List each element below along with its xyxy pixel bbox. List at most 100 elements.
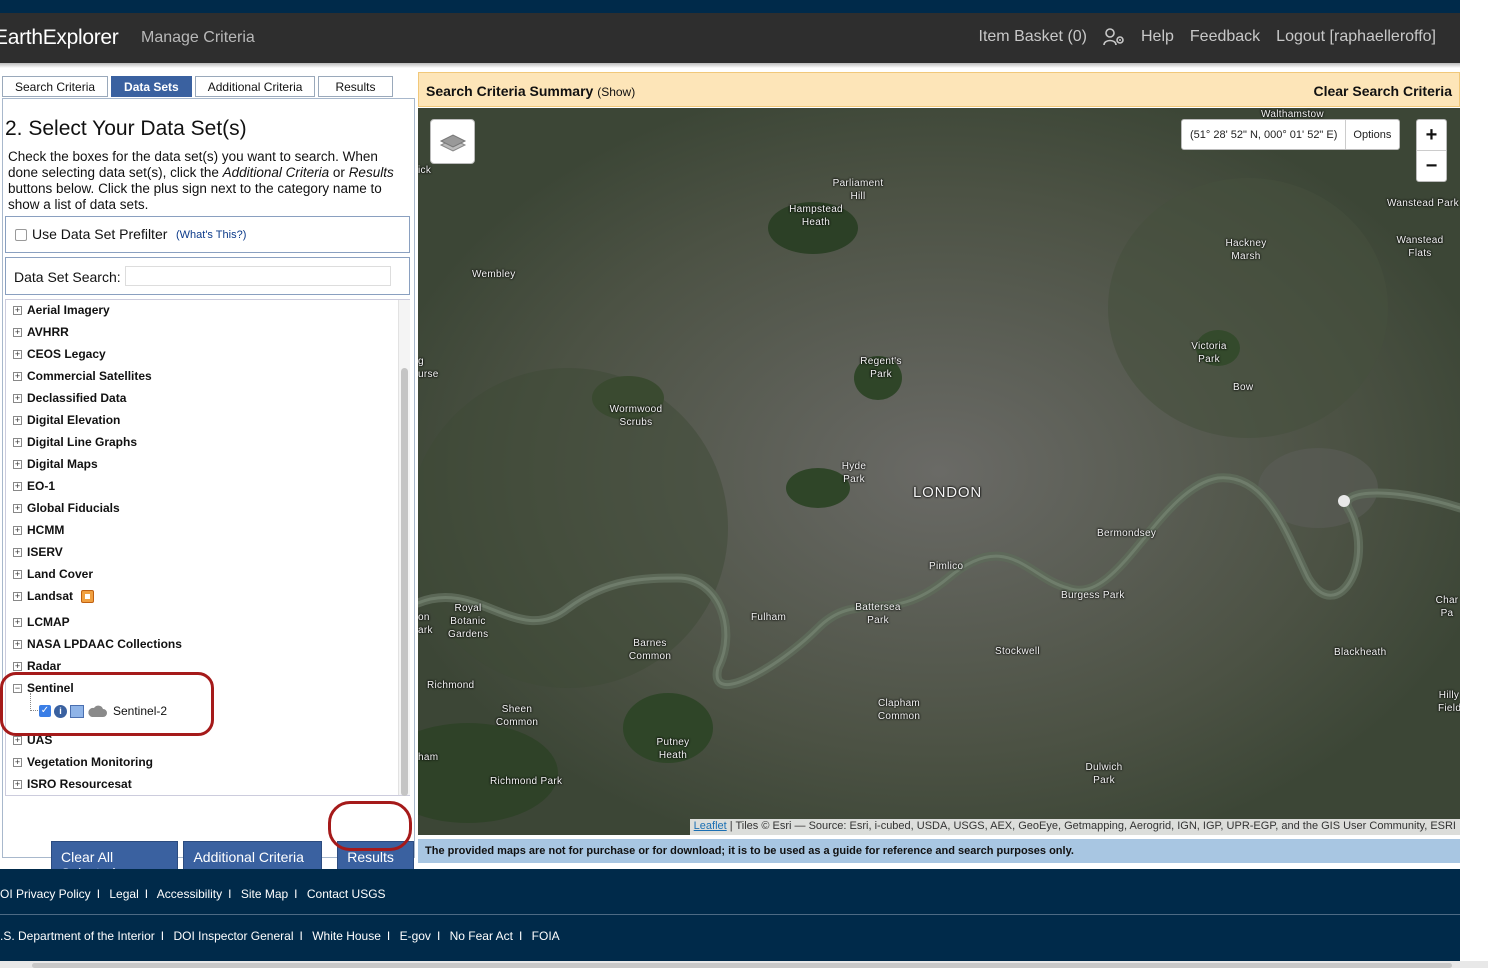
tree-item-ceos-legacy[interactable]: + CEOS Legacy: [13, 345, 106, 363]
map-options-button[interactable]: Options: [1346, 120, 1399, 149]
map-attribution: Leaflet | Tiles © Esri — Source: Esri, i…: [689, 819, 1460, 835]
app-header: EarthExplorer Manage Criteria Item Baske…: [0, 13, 1460, 63]
tab-results[interactable]: Results: [318, 76, 394, 97]
tree-item-eo-1[interactable]: + EO-1: [13, 477, 55, 495]
expand-plus-icon[interactable]: +: [13, 547, 22, 557]
tree-item-isro-resourcesat[interactable]: + ISRO Resourcesat: [13, 775, 132, 793]
dataset-search-input[interactable]: [125, 266, 391, 286]
clear-search-criteria-link[interactable]: Clear Search Criteria: [1313, 83, 1452, 99]
expand-plus-icon[interactable]: +: [13, 591, 22, 601]
tree-item-vegetation-monitoring[interactable]: + Vegetation Monitoring: [13, 753, 153, 771]
map-label: Blackheath: [1334, 647, 1387, 658]
brand-logo[interactable]: EarthExplorer: [0, 26, 119, 50]
manage-criteria-link[interactable]: Manage Criteria: [141, 29, 255, 47]
map-label: Hackney Marsh: [1225, 238, 1267, 262]
map-label: Bermondsey: [1097, 528, 1157, 539]
tree-item-lcmap[interactable]: + LCMAP: [13, 613, 70, 631]
tree-item-hcmm[interactable]: + HCMM: [13, 521, 64, 539]
tree-item-landsat[interactable]: + Landsat: [13, 587, 95, 605]
datasets-heading: 2. Select Your Data Set(s): [5, 117, 247, 140]
leaflet-link[interactable]: Leaflet: [694, 820, 727, 832]
footer-link-legal[interactable]: Legal: [109, 887, 138, 901]
tab-search-criteria[interactable]: Search Criteria: [2, 76, 109, 97]
footer-link-doi[interactable]: .S. Department of the Interior: [0, 929, 155, 943]
tree-item-land-cover[interactable]: + Land Cover: [13, 565, 93, 583]
footer-link-white-house[interactable]: White House: [312, 929, 381, 943]
layers-button[interactable]: [430, 119, 475, 164]
map-label: Royal Botanic Gardens: [448, 603, 489, 640]
map-label-london: LONDON: [913, 484, 982, 501]
footer-link-inspector-general[interactable]: DOI Inspector General: [173, 929, 293, 943]
expand-plus-icon[interactable]: +: [13, 327, 22, 337]
expand-plus-icon[interactable]: +: [13, 569, 22, 579]
tree-item-avhrr[interactable]: + AVHRR: [13, 323, 69, 341]
prefilter-checkbox[interactable]: [15, 229, 27, 241]
datasets-panel: 2. Select Your Data Set(s) Check the box…: [2, 98, 415, 881]
expand-plus-icon[interactable]: +: [13, 459, 22, 469]
map-view[interactable]: Walthamstow Wanstead Park Wanstead Flats…: [418, 108, 1460, 835]
landsat-badge-icon[interactable]: [81, 589, 95, 603]
logout-link[interactable]: Logout [raphaelleroffo]: [1276, 28, 1436, 46]
tree-item-global-fiducials[interactable]: + Global Fiducials: [13, 499, 120, 517]
expand-plus-icon[interactable]: +: [13, 437, 22, 447]
map-label: Stockwell: [995, 646, 1040, 657]
map-label: Burgess Park: [1061, 590, 1125, 601]
expand-plus-icon[interactable]: +: [13, 371, 22, 381]
expand-plus-icon[interactable]: +: [13, 779, 22, 789]
feedback-link[interactable]: Feedback: [1190, 28, 1260, 46]
expand-plus-icon[interactable]: +: [13, 305, 22, 315]
additional-criteria-button[interactable]: Additional Criteria »: [183, 841, 323, 881]
expand-plus-icon[interactable]: +: [13, 349, 22, 359]
footer-link-foia[interactable]: FOIA: [532, 929, 560, 943]
footer-link-no-fear-act[interactable]: No Fear Act: [450, 929, 513, 943]
horizontal-scrollbar[interactable]: [0, 961, 1488, 968]
expand-plus-icon[interactable]: +: [13, 415, 22, 425]
expand-plus-icon[interactable]: +: [13, 639, 22, 649]
datasets-instructions: Check the boxes for the data set(s) you …: [8, 149, 394, 212]
expand-plus-icon[interactable]: +: [13, 661, 22, 671]
footer-link-egov[interactable]: E-gov: [400, 929, 431, 943]
tree-scrollbar[interactable]: [398, 300, 410, 796]
expand-plus-icon[interactable]: +: [13, 525, 22, 535]
zoom-out-button[interactable]: −: [1417, 151, 1446, 182]
tree-scroll-thumb[interactable]: [401, 368, 408, 796]
expand-plus-icon[interactable]: +: [13, 757, 22, 767]
map-label: Hilly Fields: [1438, 690, 1460, 714]
tree-item-iserv[interactable]: + ISERV: [13, 543, 63, 561]
map-label: ham: [418, 752, 439, 763]
map-label: Pimlico: [929, 561, 964, 572]
tab-additional-criteria[interactable]: Additional Criteria: [194, 76, 316, 97]
clear-all-selected-button[interactable]: Clear All Selected: [51, 841, 179, 881]
summary-show-link[interactable]: (Show): [597, 85, 635, 99]
results-highlight-ring: [328, 801, 412, 851]
map-label: Richmond Park: [490, 776, 563, 787]
expand-plus-icon[interactable]: +: [13, 617, 22, 627]
help-link[interactable]: Help: [1141, 28, 1174, 46]
footer-link-privacy[interactable]: OI Privacy Policy: [0, 887, 91, 901]
expand-plus-icon[interactable]: +: [13, 503, 22, 513]
horizontal-scroll-thumb[interactable]: [32, 963, 1452, 968]
tree-item-commercial-satellites[interactable]: + Commercial Satellites: [13, 367, 152, 385]
tree-item-declassified-data[interactable]: + Declassified Data: [13, 389, 126, 407]
footer-link-contact[interactable]: Contact USGS: [307, 887, 386, 901]
footer-link-site-map[interactable]: Site Map: [241, 887, 288, 901]
expand-plus-icon[interactable]: +: [13, 393, 22, 403]
zoom-in-button[interactable]: +: [1417, 120, 1446, 151]
coordinate-readout: (51° 28' 52" N, 000° 01' 52" E) Options: [1181, 119, 1401, 150]
footer-link-accessibility[interactable]: Accessibility: [157, 887, 222, 901]
tree-item-aerial-imagery[interactable]: + Aerial Imagery: [13, 301, 110, 319]
tree-item-digital-line-graphs[interactable]: + Digital Line Graphs: [13, 433, 137, 451]
tab-data-sets[interactable]: Data Sets: [111, 76, 192, 97]
tree-item-digital-maps[interactable]: + Digital Maps: [13, 455, 98, 473]
item-basket-link[interactable]: Item Basket (0): [979, 28, 1087, 46]
user-settings-icon[interactable]: [1103, 28, 1125, 46]
zoom-control: + −: [1416, 119, 1447, 182]
expand-plus-icon[interactable]: +: [13, 735, 22, 745]
map-label: Sheen Common: [495, 704, 539, 728]
top-strip: [0, 0, 1460, 13]
tree-item-digital-elevation[interactable]: + Digital Elevation: [13, 411, 120, 429]
summary-title: Search Criteria Summary (Show): [426, 83, 636, 99]
whats-this-link[interactable]: (What's This?): [176, 229, 246, 241]
expand-plus-icon[interactable]: +: [13, 481, 22, 491]
tree-item-nasa-lpdaac[interactable]: + NASA LPDAAC Collections: [13, 635, 182, 653]
